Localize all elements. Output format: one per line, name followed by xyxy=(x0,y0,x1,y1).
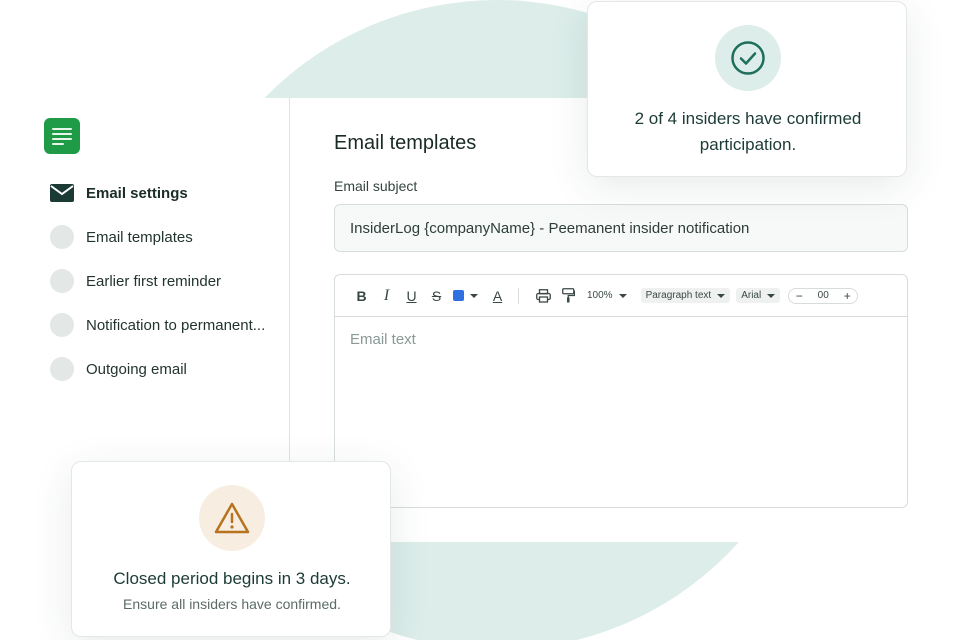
sidebar-item-label: Earlier first reminder xyxy=(86,272,222,290)
editor-toolbar: B I U S A 100% Paragraph text Arial − 00… xyxy=(335,275,907,317)
chevron-down-icon xyxy=(767,293,776,298)
status-dot xyxy=(50,357,74,381)
text-color-picker[interactable] xyxy=(449,284,481,308)
email-text-placeholder: Email text xyxy=(350,331,416,348)
chevron-down-icon xyxy=(618,293,627,298)
app-logo xyxy=(44,118,80,154)
print-icon[interactable] xyxy=(531,284,556,308)
paragraph-style-select[interactable]: Paragraph text xyxy=(640,288,731,303)
sidebar-item-email-templates[interactable]: Email templates xyxy=(50,225,193,249)
chevron-down-icon xyxy=(469,293,478,298)
status-dot xyxy=(50,225,74,249)
sidebar-item-label: Outgoing email xyxy=(86,360,187,378)
decrease-font-size-button[interactable]: − xyxy=(789,289,809,303)
bold-button[interactable]: B xyxy=(349,284,374,308)
increase-font-size-button[interactable]: + xyxy=(837,289,857,303)
sidebar-item-label: Email templates xyxy=(86,228,193,246)
font-size-stepper: − 00 + xyxy=(788,287,859,304)
font-value: Arial xyxy=(741,290,762,301)
paint-format-icon[interactable] xyxy=(556,284,581,308)
zoom-value: 100% xyxy=(587,290,613,301)
paragraph-style-value: Paragraph text xyxy=(645,290,712,301)
email-text-area[interactable]: Email text xyxy=(335,317,907,362)
status-dot xyxy=(50,313,74,337)
italic-button[interactable]: I xyxy=(374,284,399,308)
font-select[interactable]: Arial xyxy=(736,288,781,303)
sidebar-item-earlier-first-reminder[interactable]: Earlier first reminder xyxy=(50,269,221,293)
color-swatch-icon xyxy=(452,290,464,301)
font-color-button[interactable]: A xyxy=(485,284,510,308)
underline-button[interactable]: U xyxy=(399,284,424,308)
status-dot xyxy=(50,269,74,293)
font-size-value[interactable]: 00 xyxy=(809,290,837,301)
toolbar-divider xyxy=(518,287,519,304)
email-editor: B I U S A 100% Paragraph text Arial − 00… xyxy=(334,274,908,508)
sidebar-item-label: Email settings xyxy=(86,184,188,202)
zoom-select[interactable]: 100% xyxy=(587,290,627,301)
sidebar-item-email-settings[interactable]: Email settings xyxy=(50,181,188,205)
page-title: Email templates xyxy=(334,132,477,154)
warning-subtitle: Ensure all insiders have confirmed. xyxy=(123,596,341,612)
chevron-down-icon xyxy=(717,293,726,298)
check-circle-icon xyxy=(715,25,781,91)
warning-title: Closed period begins in 3 days. xyxy=(113,569,351,588)
subject-label: Email subject xyxy=(334,178,418,194)
sidebar-item-outgoing-email[interactable]: Outgoing email xyxy=(50,357,187,381)
warning-card: Closed period begins in 3 days. Ensure a… xyxy=(71,461,391,637)
subject-input[interactable]: InsiderLog {companyName} - Peemanent ins… xyxy=(334,204,908,252)
confirmation-card: 2 of 4 insiders have confirmed participa… xyxy=(587,1,907,177)
warning-triangle-icon xyxy=(199,485,265,551)
sidebar-item-label: Notification to permanent... xyxy=(86,316,266,334)
sidebar-item-notification-to-permanent[interactable]: Notification to permanent... xyxy=(50,313,265,337)
strikethrough-button[interactable]: S xyxy=(424,284,449,308)
confirmation-message: 2 of 4 insiders have confirmed participa… xyxy=(634,109,862,154)
envelope-icon xyxy=(50,181,74,205)
